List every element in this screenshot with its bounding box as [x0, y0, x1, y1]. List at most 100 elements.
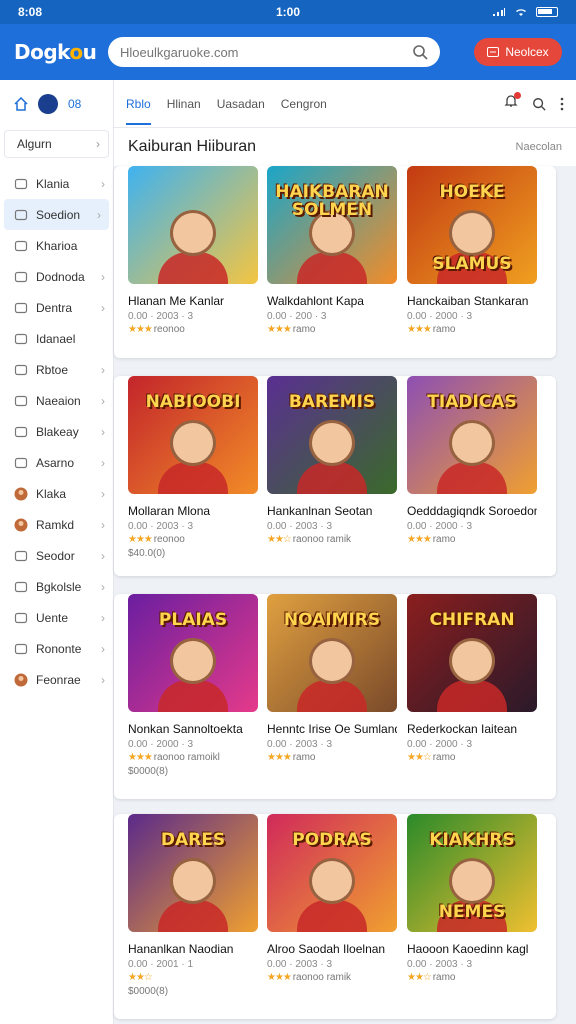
sidebar-item[interactable]: Seodor ›: [0, 540, 113, 571]
game-card[interactable]: Hlanan Me Kanlar 0.00 · 2003 · 3 ★★★ reono…: [128, 166, 258, 335]
game-rating: ★★★ reonoo: [128, 324, 258, 335]
sidebar-item[interactable]: Dentra ›: [0, 292, 113, 323]
sidebar-item-label: Dodnoda: [36, 269, 85, 284]
game-card[interactable]: PLAIAS Nonkan Sannoltoekta 0.00 · 2000 · 3…: [128, 594, 258, 777]
game-thumbnail[interactable]: HOEKE SLAMUS: [407, 166, 537, 284]
game-thumbnail[interactable]: BAREMIS: [267, 376, 397, 494]
game-title[interactable]: Hlanan Me Kanlar: [128, 294, 258, 308]
game-thumbnail[interactable]: [128, 166, 258, 284]
game-card[interactable]: CHIFRAN Rederkockan Iaitean 0.00 · 2000 · …: [407, 594, 537, 763]
notification-bell-icon[interactable]: [504, 92, 521, 113]
sidebar-item-label: Bgkolsle: [36, 579, 82, 594]
more-vertical-icon[interactable]: [560, 97, 564, 111]
app-logo[interactable]: Dogkou: [14, 40, 108, 64]
game-meta: 0.00 · 2000 · 3: [407, 521, 473, 532]
star-rating-icon: ★★★: [407, 534, 433, 545]
sidebar-item-label: Soedion: [36, 207, 81, 222]
game-thumbnail[interactable]: NOAIMIRS: [267, 594, 397, 712]
sidebar-item[interactable]: Ramkd ›: [0, 509, 113, 540]
game-card[interactable]: NABIOOBI Mollaran Mlona 0.00 · 2003 · 3 ★★★…: [128, 376, 258, 559]
tab-4[interactable]: Cengron: [281, 83, 327, 125]
chevron-right-icon: ›: [101, 424, 105, 439]
sidebar-item[interactable]: Feonrae ›: [0, 664, 113, 695]
chevron-right-icon: ›: [101, 269, 105, 284]
game-row: PLAIAS Nonkan Sannoltoekta 0.00 · 2000 · 3…: [114, 594, 556, 799]
sidebar-item[interactable]: Soedion ›: [4, 199, 109, 230]
tab-1[interactable]: Rblo: [126, 83, 151, 125]
game-meta: 0.00 · 2003 · 3: [267, 739, 333, 750]
thumbnail-title: HOEKE: [439, 182, 505, 202]
card-icon: [14, 642, 28, 656]
thumbnail-title: HAIKBARAN SOLMEN: [275, 182, 389, 220]
character-figure: [309, 638, 355, 684]
section-more-link[interactable]: Naecolan: [516, 141, 562, 153]
game-card[interactable]: KIAKHRS NEMES Haooon Kaoedinn kagl 0.00 · 2…: [407, 814, 537, 983]
sidebar-item-label: Ramkd: [36, 517, 75, 532]
game-thumbnail[interactable]: CHIFRAN: [407, 594, 537, 712]
header-action-button[interactable]: Neolcex: [474, 38, 562, 66]
game-title[interactable]: Hanckaiban Stankaran: [407, 294, 537, 308]
search-bar[interactable]: [108, 37, 440, 67]
sidebar-item[interactable]: Uente ›: [0, 602, 113, 633]
tab-2[interactable]: Hlinan: [167, 83, 201, 125]
tab-3[interactable]: Uasadan: [217, 83, 265, 125]
character-body: [297, 252, 367, 284]
game-card[interactable]: PODRAS Alroo Saodah Iloelnan 0.00 · 2003 ·…: [267, 814, 397, 983]
game-card[interactable]: NOAIMIRS Henntc Irise Oe Sumland 0.00 · 20…: [267, 594, 397, 763]
game-title[interactable]: Hananlkan Naodian: [128, 942, 258, 956]
game-title[interactable]: Nonkan Sannoltoekta: [128, 722, 258, 736]
game-title[interactable]: Alroo Saodah Iloelnan: [267, 942, 397, 956]
rating-text: ramo: [432, 972, 456, 983]
game-title[interactable]: Henntc Irise Oe Sumland: [267, 722, 397, 736]
game-thumbnail[interactable]: KIAKHRS NEMES: [407, 814, 537, 932]
game-card[interactable]: TIADICAS Oedddagiqndk Soroedon 0.00 · 2000…: [407, 376, 537, 545]
search-input[interactable]: [120, 44, 412, 60]
game-title[interactable]: Oedddagiqndk Soroedon: [407, 504, 537, 518]
game-title[interactable]: Haooon Kaoedinn kagl: [407, 942, 537, 956]
game-thumbnail[interactable]: DARES: [128, 814, 258, 932]
character-figure: [170, 858, 216, 904]
game-meta: 0.00 · 2003 · 3: [128, 521, 194, 532]
sidebar-item-label: Idanael: [36, 331, 76, 346]
sidebar-item[interactable]: Blakeay ›: [0, 416, 113, 447]
sidebar-item[interactable]: Klania ›: [0, 168, 113, 199]
game-thumbnail[interactable]: NABIOOBI: [128, 376, 258, 494]
game-thumbnail[interactable]: HAIKBARAN SOLMEN: [267, 166, 397, 284]
game-card[interactable]: HOEKE SLAMUS Hanckaiban Stankaran 0.00 · 20…: [407, 166, 537, 335]
sidebar-item[interactable]: Klaka ›: [0, 478, 113, 509]
game-thumbnail[interactable]: PODRAS: [267, 814, 397, 932]
game-title[interactable]: Rederkockan Iaitean: [407, 722, 537, 736]
sidebar-item[interactable]: Asarno ›: [0, 447, 113, 478]
search-icon[interactable]: [532, 97, 546, 111]
search-icon[interactable]: [412, 44, 428, 60]
star-rating-icon: ★★★: [128, 534, 154, 545]
sidebar-item[interactable]: Bgkolsle ›: [0, 571, 113, 602]
avatar[interactable]: [38, 94, 58, 114]
character-body: [297, 900, 367, 932]
game-title[interactable]: Hankanlnan Seotan: [267, 504, 397, 518]
rating-text: ramo: [432, 324, 456, 335]
sidebar-item[interactable]: Kharioa: [0, 230, 113, 261]
game-thumbnail[interactable]: PLAIAS: [128, 594, 258, 712]
game-thumbnail[interactable]: TIADICAS: [407, 376, 537, 494]
home-icon[interactable]: [14, 97, 28, 111]
game-price: $0000(8): [128, 986, 169, 997]
game-card[interactable]: DARES Hananlkan Naodian 0.00 · 2001 · 1 ★★☆…: [128, 814, 258, 997]
avatar-icon: [14, 673, 28, 687]
sidebar-item[interactable]: Dodnoda ›: [0, 261, 113, 292]
sidebar-item[interactable]: Rononte ›: [0, 633, 113, 664]
character-figure: [449, 210, 495, 256]
game-meta: 0.00 · 2001 · 1: [128, 959, 194, 970]
sidebar-item[interactable]: Rbtoe ›: [0, 354, 113, 385]
avatar-icon: [14, 487, 28, 501]
sidebar-item[interactable]: Naeaion ›: [0, 385, 113, 416]
category-select[interactable]: Algurn ›: [4, 130, 109, 158]
game-title[interactable]: Mollaran Mlona: [128, 504, 258, 518]
game-card[interactable]: BAREMIS Hankanlnan Seotan 0.00 · 2003 · 3 ★…: [267, 376, 397, 545]
sidebar-item[interactable]: Idanael: [0, 323, 113, 354]
rating-text: raonoo ramik: [292, 534, 352, 545]
star-rating-icon: ★★★: [267, 324, 293, 335]
game-title[interactable]: Walkdahlont Kapa: [267, 294, 397, 308]
sidebar-item-label: Klania: [36, 176, 70, 191]
game-card[interactable]: HAIKBARAN SOLMEN Walkdahlont Kapa 0.00 · 2…: [267, 166, 397, 335]
